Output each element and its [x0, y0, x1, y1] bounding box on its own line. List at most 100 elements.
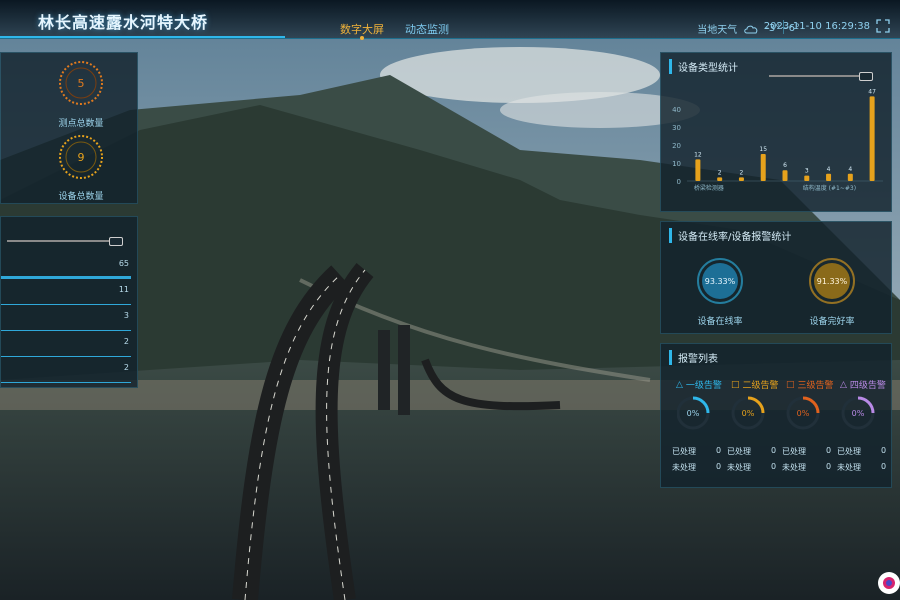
bar-value-label: 4 — [848, 166, 852, 173]
panel-title: 报警列表 — [669, 350, 718, 365]
alarm-level-rings: 0% 0% 0% 0% — [677, 396, 875, 430]
square-icon: □ — [731, 379, 740, 390]
alarm-level-2-legend[interactable]: □ 二级告警 — [731, 378, 779, 392]
bar-value-label: 2 — [740, 169, 744, 176]
online-rate-label: 设备在线率 — [697, 317, 743, 327]
list-item-bar — [1, 304, 131, 305]
x-tick-label: 结构温度 (#1~#3) — [803, 184, 856, 192]
alarm-stat-row: 已处理 0 — [727, 446, 776, 457]
alarm-stat-value: 0 — [881, 462, 887, 471]
y-tick-label: 40 — [672, 106, 681, 114]
alarm-stat-row: 未处理 0 — [727, 462, 776, 473]
assistant-icon — [883, 577, 895, 589]
alarm-stat-value: 0 — [716, 446, 722, 455]
alarm-level-1-label: 一级告警 — [685, 381, 722, 391]
alarm-level-4-legend[interactable]: △ 四级告警 — [840, 378, 886, 392]
bar[interactable] — [804, 175, 810, 181]
list-item: 2 — [1, 359, 131, 385]
tab-dynamic-monitoring[interactable]: 动态监测 — [405, 21, 449, 37]
measure-point-gauge: 5 — [59, 61, 103, 105]
alarm-level-4-pct: 0% — [852, 409, 865, 418]
device-count-gauge: 9 — [59, 135, 103, 179]
y-tick-label: 20 — [672, 142, 681, 150]
bar[interactable] — [847, 173, 853, 181]
bar-value-label: 6 — [783, 162, 787, 169]
tab-label: 动态监测 — [405, 23, 449, 36]
y-tick-label: 30 — [672, 124, 681, 132]
alarm-level-3-legend[interactable]: □ 三级告警 — [786, 378, 834, 392]
datetime-display: 2023-11-10 16:29:38 — [763, 21, 870, 32]
assistant-fab-button[interactable] — [878, 572, 900, 594]
alarm-stat-key: 已处理 — [837, 447, 861, 456]
bar[interactable] — [717, 177, 723, 181]
list-item-bar — [1, 276, 131, 279]
online-rate-value: 93.33% — [705, 277, 736, 286]
panel-title: 设备在线率/设备报警统计 — [669, 228, 791, 243]
bar[interactable] — [782, 170, 788, 181]
list-item-value: 2 — [123, 337, 129, 346]
bar[interactable] — [738, 177, 744, 181]
bar-value-label: 12 — [694, 151, 702, 158]
list-item-value: 2 — [123, 363, 129, 372]
active-tab-dot — [360, 36, 364, 40]
alarm-stat-key: 已处理 — [782, 447, 806, 456]
list-item: 2 — [1, 333, 131, 359]
cloud-icon — [744, 25, 758, 33]
chart-scroll-track[interactable] — [769, 75, 865, 77]
y-tick-label: 0 — [677, 178, 681, 186]
scroll-slider-knob[interactable] — [109, 237, 123, 246]
bar-value-label: 47 — [868, 88, 876, 95]
device-count: 9 — [78, 151, 85, 164]
alarm-level-2-pct: 0% — [742, 409, 755, 418]
bar[interactable] — [869, 96, 875, 181]
alarm-stat-value: 0 — [881, 446, 887, 455]
list-item: 65 — [1, 255, 131, 281]
y-tick-label: 10 — [672, 160, 681, 168]
alarm-stat-value: 0 — [826, 462, 832, 471]
top-header-bar: 林长高速露水河特大桥 数字大屏 动态监测 当地天气 -3°~6° 2023-11… — [0, 0, 900, 40]
alarm-stat-value: 0 — [826, 446, 832, 455]
chart-scroll-knob[interactable] — [859, 72, 873, 81]
online-rate-panel: 设备在线率/设备报警统计 93.33% 设备在线率 91.33% 设备完好率 — [660, 221, 892, 334]
device-type-chart-panel: 设备类型统计 0 10 20 30 40 12 桥梁检测器 2 2 15 6 3 结构温度 (#1~#3… — [660, 52, 892, 212]
bar[interactable] — [826, 173, 832, 181]
tab-digital-screen[interactable]: 数字大屏 — [340, 21, 384, 40]
alarm-level-3-pct: 0% — [797, 409, 810, 418]
measure-point-label: 测点总数量 — [58, 119, 104, 129]
alarm-stat-value: 0 — [771, 446, 777, 455]
alarm-level-1-legend[interactable]: △ 一级告警 — [676, 378, 722, 392]
list-item-bar — [1, 356, 131, 357]
alarm-stat-row: 未处理 0 — [672, 462, 721, 473]
alarm-stat-key: 未处理 — [837, 463, 861, 472]
alarm-stat-key: 未处理 — [672, 463, 696, 472]
list-item-value: 3 — [123, 311, 129, 320]
bell-icon: △ — [676, 379, 683, 390]
bar-value-label: 4 — [827, 166, 831, 173]
list-item: 3 — [1, 307, 131, 333]
left-gauge-panel: 5 测点总数量 9 设备总数量 — [0, 52, 138, 204]
fullscreen-icon[interactable] — [876, 19, 890, 33]
intact-rate-ring: 91.33% — [809, 258, 855, 304]
intact-rate-value: 91.33% — [817, 277, 848, 286]
alarm-stat-row: 已处理 0 — [672, 446, 721, 457]
alarm-stat-key: 已处理 — [727, 447, 751, 456]
panel-title: 设备类型统计 — [669, 59, 738, 74]
alarm-stat-row: 已处理 0 — [837, 446, 886, 457]
scroll-slider-track[interactable] — [7, 240, 113, 242]
bar[interactable] — [695, 159, 701, 181]
bar[interactable] — [760, 154, 766, 181]
device-type-bar-chart: 0 10 20 30 40 12 桥梁检测器 2 2 15 6 3 结构温度 (#1~#3) 4 4 47 — [672, 88, 883, 192]
alarm-level-2-label: 二级告警 — [742, 381, 779, 391]
bar-value-label: 2 — [718, 169, 722, 176]
alarm-stat-key: 已处理 — [672, 447, 696, 456]
alarm-stat-value: 0 — [771, 462, 777, 471]
list-item-bar — [1, 382, 131, 383]
tab-label: 数字大屏 — [340, 23, 384, 36]
alarm-stat-row: 未处理 0 — [782, 462, 831, 473]
weather-label: 当地天气 — [697, 25, 738, 36]
list-item-value: 11 — [118, 285, 129, 294]
title-underline — [0, 36, 285, 38]
alarm-level-3-label: 三级告警 — [797, 381, 834, 391]
alarm-stat-key: 未处理 — [782, 463, 806, 472]
measure-point-count: 5 — [78, 77, 85, 90]
